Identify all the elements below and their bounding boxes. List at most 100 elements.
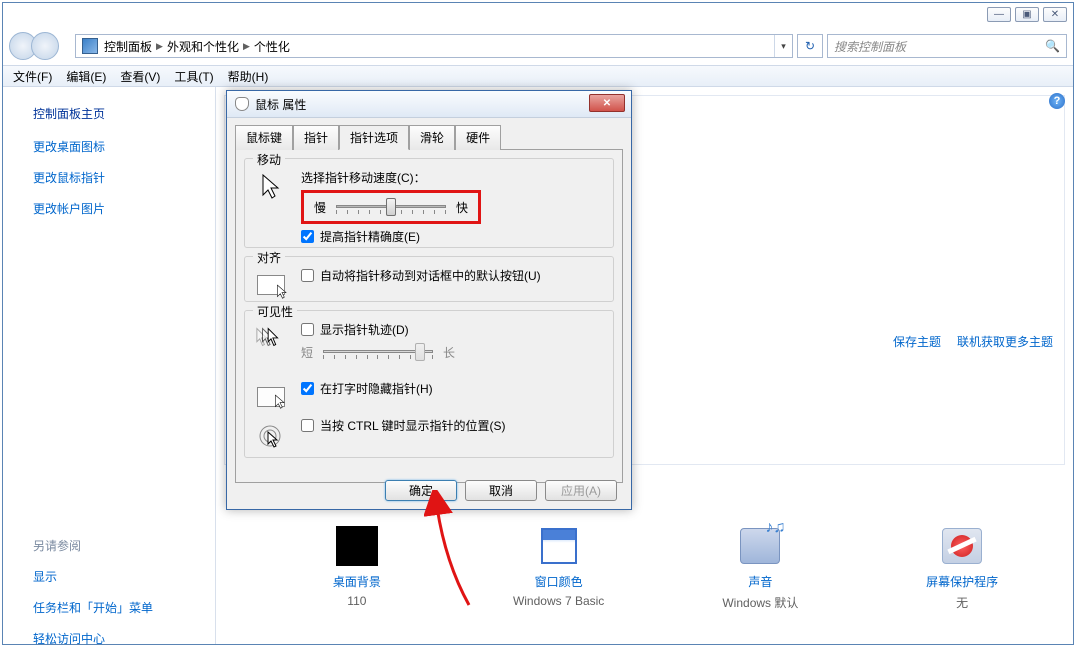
help-icon[interactable]: ?	[1049, 93, 1065, 109]
tile-sub: 110	[347, 594, 366, 608]
slow-label: 慢	[314, 199, 326, 216]
tab-buttons[interactable]: 鼠标键	[235, 125, 293, 150]
pointer-trails-checkbox[interactable]: 显示指针轨迹(D)	[301, 321, 603, 338]
tile-title: 声音	[748, 573, 772, 590]
mouse-icon	[235, 97, 249, 111]
window-color-icon	[541, 528, 577, 564]
theme-links: 保存主题 联机获取更多主题	[893, 333, 1053, 350]
trails-slider-row: 短 长	[301, 342, 603, 362]
enhance-precision-checkbox[interactable]: 提高指针精确度(E)	[301, 228, 603, 245]
hide-typing-icon	[255, 381, 287, 413]
hide-while-typing-checkbox[interactable]: 在打字时隐藏指针(H)	[301, 380, 603, 397]
menu-help[interactable]: 帮助(H)	[228, 68, 269, 85]
pointer-speed-slider[interactable]	[336, 197, 446, 217]
precision-label: 提高指针精确度(E)	[320, 228, 420, 245]
cancel-button[interactable]: 取消	[465, 480, 537, 501]
speed-slider-thumb[interactable]	[386, 198, 396, 216]
tab-pointers[interactable]: 指针	[293, 125, 339, 150]
tab-content: 移动 选择指针移动速度(C)： 慢 快 提高指针精确度(E) 对齐	[235, 149, 623, 483]
menu-view[interactable]: 查看(V)	[120, 68, 160, 85]
ctrl-locate-label: 当按 CTRL 键时显示指针的位置(S)	[320, 417, 506, 434]
search-input[interactable]: 搜索控制面板 🔍	[827, 34, 1067, 58]
menu-bar: 文件(F) 编辑(E) 查看(V) 工具(T) 帮助(H)	[3, 65, 1073, 87]
dialog-buttons: 确定 取消 应用(A)	[227, 480, 631, 501]
motion-cursor-icon	[255, 171, 287, 203]
tiles-row: 桌面背景 110 窗口颜色 Windows 7 Basic ♪♫ 声音 Wind…	[256, 525, 1063, 611]
menu-edit[interactable]: 编辑(E)	[66, 68, 106, 85]
sidebar-link-mouse-pointer[interactable]: 更改鼠标指针	[33, 169, 215, 186]
window-controls: — ▣ ✕	[987, 7, 1067, 22]
get-more-themes-link[interactable]: 联机获取更多主题	[957, 333, 1053, 350]
tile-desktop-bg[interactable]: 桌面背景 110	[262, 525, 452, 611]
hide-typing-label: 在打字时隐藏指针(H)	[320, 380, 433, 397]
apply-button[interactable]: 应用(A)	[545, 480, 617, 501]
see-also-ease[interactable]: 轻松访问中心	[33, 630, 215, 647]
ctrl-locate-checkbox[interactable]: 当按 CTRL 键时显示指针的位置(S)	[301, 417, 603, 434]
tile-sub: Windows 7 Basic	[513, 594, 604, 608]
nav-back-forward[interactable]	[9, 29, 75, 63]
fast-label: 快	[456, 199, 468, 216]
trails-length-slider	[323, 342, 433, 362]
group-snap: 对齐 自动将指针移动到对话框中的默认按钮(U)	[244, 256, 614, 302]
speed-highlight-box: 慢 快	[301, 190, 481, 224]
breadcrumb-sep-icon: ▶	[243, 41, 250, 52]
tile-title: 桌面背景	[333, 573, 381, 590]
breadcrumb-part-0[interactable]: 控制面板	[104, 38, 152, 55]
trails-label: 显示指针轨迹(D)	[320, 321, 409, 338]
search-icon[interactable]: 🔍	[1045, 39, 1060, 53]
ctrl-locate-icon	[255, 421, 287, 453]
tile-sound[interactable]: ♪♫ 声音 Windows 默认	[665, 525, 855, 611]
breadcrumb-part-2[interactable]: 个性化	[254, 38, 290, 55]
trails-icon	[255, 321, 287, 353]
breadcrumb-part-1[interactable]: 外观和个性化	[167, 38, 239, 55]
group-visibility-legend: 可见性	[253, 303, 297, 320]
trails-check-input[interactable]	[301, 323, 314, 336]
nav-row: 控制面板 ▶ 外观和个性化 ▶ 个性化 ▾ ↻ 搜索控制面板 🔍	[3, 29, 1073, 63]
minimize-button[interactable]: —	[987, 7, 1011, 22]
short-label: 短	[301, 344, 313, 361]
sidebar-link-account-pic[interactable]: 更改帐户图片	[33, 200, 215, 217]
snap-default-checkbox[interactable]: 自动将指针移动到对话框中的默认按钮(U)	[301, 267, 603, 284]
sidebar: 控制面板主页 更改桌面图标 更改鼠标指针 更改帐户图片 另请参阅 显示 任务栏和…	[3, 87, 215, 644]
hide-typing-check-input[interactable]	[301, 382, 314, 395]
refresh-button[interactable]: ↻	[797, 34, 823, 58]
screensaver-icon	[942, 528, 982, 564]
tile-window-color[interactable]: 窗口颜色 Windows 7 Basic	[464, 525, 654, 611]
dialog-titlebar[interactable]: 鼠标 属性 ✕	[227, 91, 631, 118]
see-also-display[interactable]: 显示	[33, 568, 215, 585]
see-also-label: 另请参阅	[33, 537, 215, 554]
dialog-tabs: 鼠标键 指针 指针选项 滑轮 硬件	[227, 118, 631, 149]
snap-check-input[interactable]	[301, 269, 314, 282]
see-also-taskbar[interactable]: 任务栏和「开始」菜单	[33, 599, 215, 616]
dialog-close-button[interactable]: ✕	[589, 94, 625, 112]
sidebar-home[interactable]: 控制面板主页	[33, 105, 215, 122]
group-visibility: 可见性 显示指针轨迹(D) 短 长	[244, 310, 614, 458]
snap-label: 自动将指针移动到对话框中的默认按钮(U)	[320, 267, 541, 284]
long-label: 长	[443, 344, 455, 361]
tile-sub: Windows 默认	[722, 594, 798, 611]
save-theme-link[interactable]: 保存主题	[893, 333, 941, 350]
desktop-bg-icon	[336, 526, 378, 566]
forward-icon[interactable]	[31, 32, 59, 60]
ctrl-locate-check-input[interactable]	[301, 419, 314, 432]
speed-label: 选择指针移动速度(C)：	[301, 169, 603, 186]
ok-button[interactable]: 确定	[385, 480, 457, 501]
sidebar-link-desktop-icons[interactable]: 更改桌面图标	[33, 138, 215, 155]
menu-file[interactable]: 文件(F)	[13, 68, 52, 85]
menu-tools[interactable]: 工具(T)	[174, 68, 213, 85]
close-button[interactable]: ✕	[1043, 7, 1067, 22]
group-snap-legend: 对齐	[253, 249, 285, 266]
trails-slider-thumb	[415, 343, 425, 361]
maximize-button[interactable]: ▣	[1015, 7, 1039, 22]
tab-wheel[interactable]: 滑轮	[409, 125, 455, 150]
tile-sub: 无	[956, 594, 968, 611]
tab-hardware[interactable]: 硬件	[455, 125, 501, 150]
address-dropdown-icon[interactable]: ▾	[774, 35, 792, 57]
search-placeholder: 搜索控制面板	[834, 38, 906, 55]
address-bar[interactable]: 控制面板 ▶ 外观和个性化 ▶ 个性化 ▾	[75, 34, 793, 58]
tile-title: 屏幕保护程序	[926, 573, 998, 590]
tile-screensaver[interactable]: 屏幕保护程序 无	[867, 525, 1057, 611]
tab-pointer-options[interactable]: 指针选项	[339, 125, 409, 150]
precision-check-input[interactable]	[301, 230, 314, 243]
snap-icon	[255, 269, 287, 301]
